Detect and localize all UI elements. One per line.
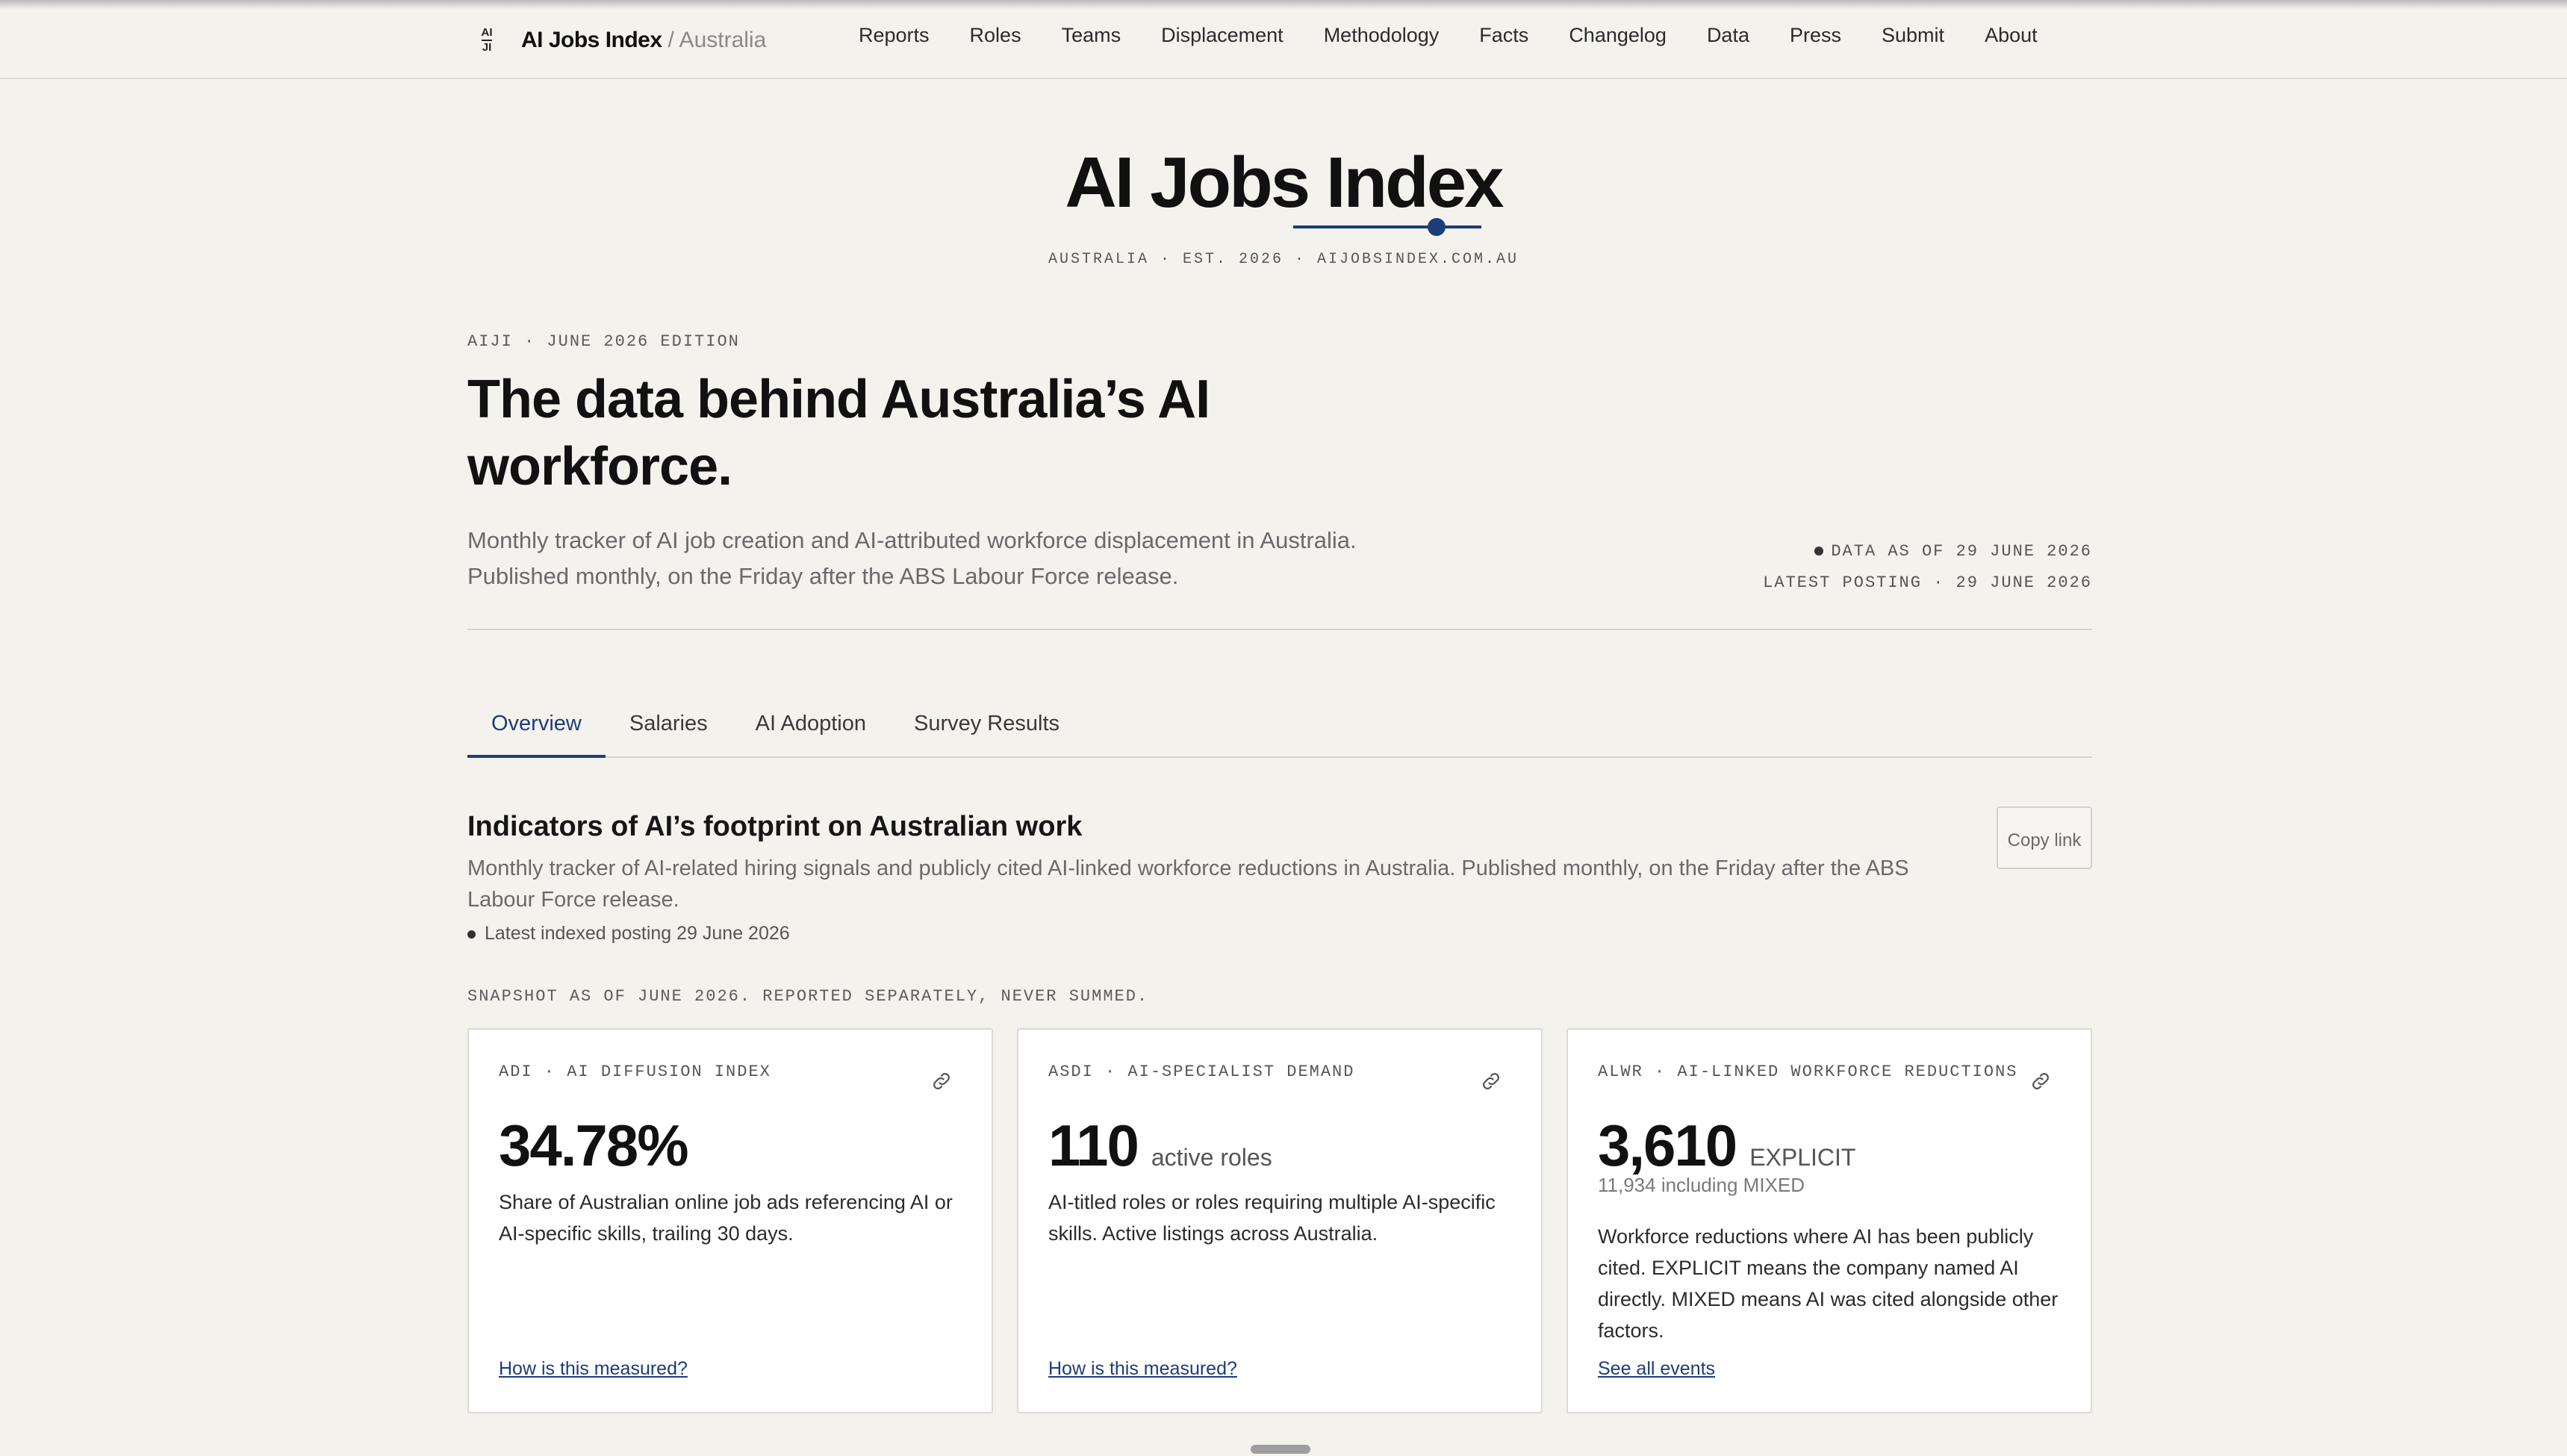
bullet-dot-icon <box>467 930 476 939</box>
copy-link-button[interactable]: Copy link <box>1997 806 2092 869</box>
tab-ai-adoption[interactable]: AI Adoption <box>732 706 890 758</box>
masthead-title: AI Jobs Index <box>1065 143 1504 223</box>
metric-unit: active roles <box>1151 1144 1272 1171</box>
how-measured-link[interactable]: How is this measured? <box>499 1358 688 1380</box>
logo-text-bottom: JI <box>482 41 492 54</box>
divider <box>467 629 2092 630</box>
nav-link-about[interactable]: About <box>1985 24 2038 47</box>
metric-unit: EXPLICIT <box>1749 1144 1856 1171</box>
main-nav: Reports Roles Teams Displacement Methodo… <box>859 24 2038 47</box>
nav-link-teams[interactable]: Teams <box>1062 24 1121 47</box>
nav-link-roles[interactable]: Roles <box>970 24 1021 47</box>
hero-description: Monthly tracker of AI job creation and A… <box>467 523 1513 594</box>
nav-link-reports[interactable]: Reports <box>859 24 930 47</box>
scroll-handle[interactable] <box>1251 1445 1310 1454</box>
nav-link-press[interactable]: Press <box>1790 24 1841 47</box>
hero-description-line-2: Published monthly, on the Friday after t… <box>467 563 1179 589</box>
masthead: AI Jobs Index AUSTRALIA · EST. 2026 · AI… <box>0 142 2567 268</box>
tab-survey-results[interactable]: Survey Results <box>890 706 1083 758</box>
card-label: ASDI · AI-SPECIALIST DEMAND <box>1048 1063 1355 1081</box>
edition-label: AIJI · JUNE 2026 EDITION <box>467 332 740 351</box>
section-description: Monthly tracker of AI-related hiring sig… <box>467 856 1909 912</box>
link-icon[interactable] <box>930 1070 953 1092</box>
how-measured-link[interactable]: How is this measured? <box>1048 1358 1237 1380</box>
section-title: Indicators of AI’s footprint on Australi… <box>467 811 1083 842</box>
hero-description-line-1: Monthly tracker of AI job creation and A… <box>467 527 1357 553</box>
nav-link-changelog[interactable]: Changelog <box>1569 24 1667 47</box>
masthead-dot <box>1428 218 1446 236</box>
metric-value: 110 <box>1048 1113 1139 1178</box>
see-all-events-link[interactable]: See all events <box>1598 1358 1715 1380</box>
data-as-of-row: DATA AS OF 29 JUNE 2026 <box>1763 536 2092 567</box>
masthead-underline <box>1293 225 1481 228</box>
snapshot-note: SNAPSHOT AS OF JUNE 2026. REPORTED SEPAR… <box>467 987 1149 1006</box>
metric-card-adi: ADI · AI DIFFUSION INDEX 34.78% Share of… <box>467 1028 993 1413</box>
top-navigation-bar: AI JI AI Jobs Index / Australia Reports … <box>0 0 2567 79</box>
hero-title: The data behind Australia’s AI workforce… <box>467 370 1210 497</box>
masthead-subtitle: AUSTRALIA · EST. 2026 · AIJOBSINDEX.COM.… <box>1048 251 1519 268</box>
metric-value: 3,610 <box>1598 1113 1737 1178</box>
metric-value: 34.78% <box>499 1113 689 1178</box>
card-value: 110 active roles <box>1048 1112 1272 1180</box>
tab-bar: Overview Salaries AI Adoption Survey Res… <box>467 706 2092 758</box>
card-description: Share of Australian online job ads refer… <box>499 1191 953 1245</box>
metric-card-alwr: ALWR · AI-LINKED WORKFORCE REDUCTIONS 3,… <box>1566 1028 2092 1413</box>
nav-link-facts[interactable]: Facts <box>1479 24 1528 47</box>
nav-link-data[interactable]: Data <box>1707 24 1749 47</box>
data-as-of: DATA AS OF 29 JUNE 2026 <box>1831 542 2092 561</box>
nav-link-methodology[interactable]: Methodology <box>1324 24 1440 47</box>
card-description: AI-titled roles or roles requiring multi… <box>1048 1191 1496 1245</box>
logo-text-top: AI <box>481 26 493 39</box>
latest-indexed-row: Latest indexed posting 29 June 2026 <box>467 923 790 945</box>
link-icon[interactable] <box>2029 1070 2052 1092</box>
card-value: 3,610 EXPLICIT <box>1598 1112 1855 1180</box>
tab-overview[interactable]: Overview <box>467 706 606 758</box>
card-description: Workforce reductions where AI has been p… <box>1598 1225 2059 1342</box>
data-freshness: DATA AS OF 29 JUNE 2026 LATEST POSTING ·… <box>1763 536 2092 599</box>
link-icon[interactable] <box>1480 1070 1502 1092</box>
card-label: ALWR · AI-LINKED WORKFORCE REDUCTIONS <box>1598 1063 2018 1081</box>
metric-card-asdi: ASDI · AI-SPECIALIST DEMAND 110 active r… <box>1017 1028 1543 1413</box>
brand-name[interactable]: AI Jobs Index <box>521 28 662 53</box>
status-dot-icon <box>1814 547 1824 556</box>
tab-salaries[interactable]: Salaries <box>606 706 732 758</box>
logo-icon: AI JI <box>467 21 506 60</box>
nav-link-displacement[interactable]: Displacement <box>1161 24 1284 47</box>
brand-region[interactable]: / Australia <box>668 28 767 53</box>
latest-indexed: Latest indexed posting 29 June 2026 <box>485 923 790 944</box>
card-value: 34.78% <box>499 1112 689 1180</box>
card-label: ADI · AI DIFFUSION INDEX <box>499 1063 771 1081</box>
brand[interactable]: AI JI AI Jobs Index / Australia <box>467 21 767 60</box>
metric-subvalue: 11,934 including MIXED <box>1598 1174 1805 1196</box>
latest-posting: LATEST POSTING · 29 JUNE 2026 <box>1763 573 2092 592</box>
nav-link-submit[interactable]: Submit <box>1882 24 1944 47</box>
